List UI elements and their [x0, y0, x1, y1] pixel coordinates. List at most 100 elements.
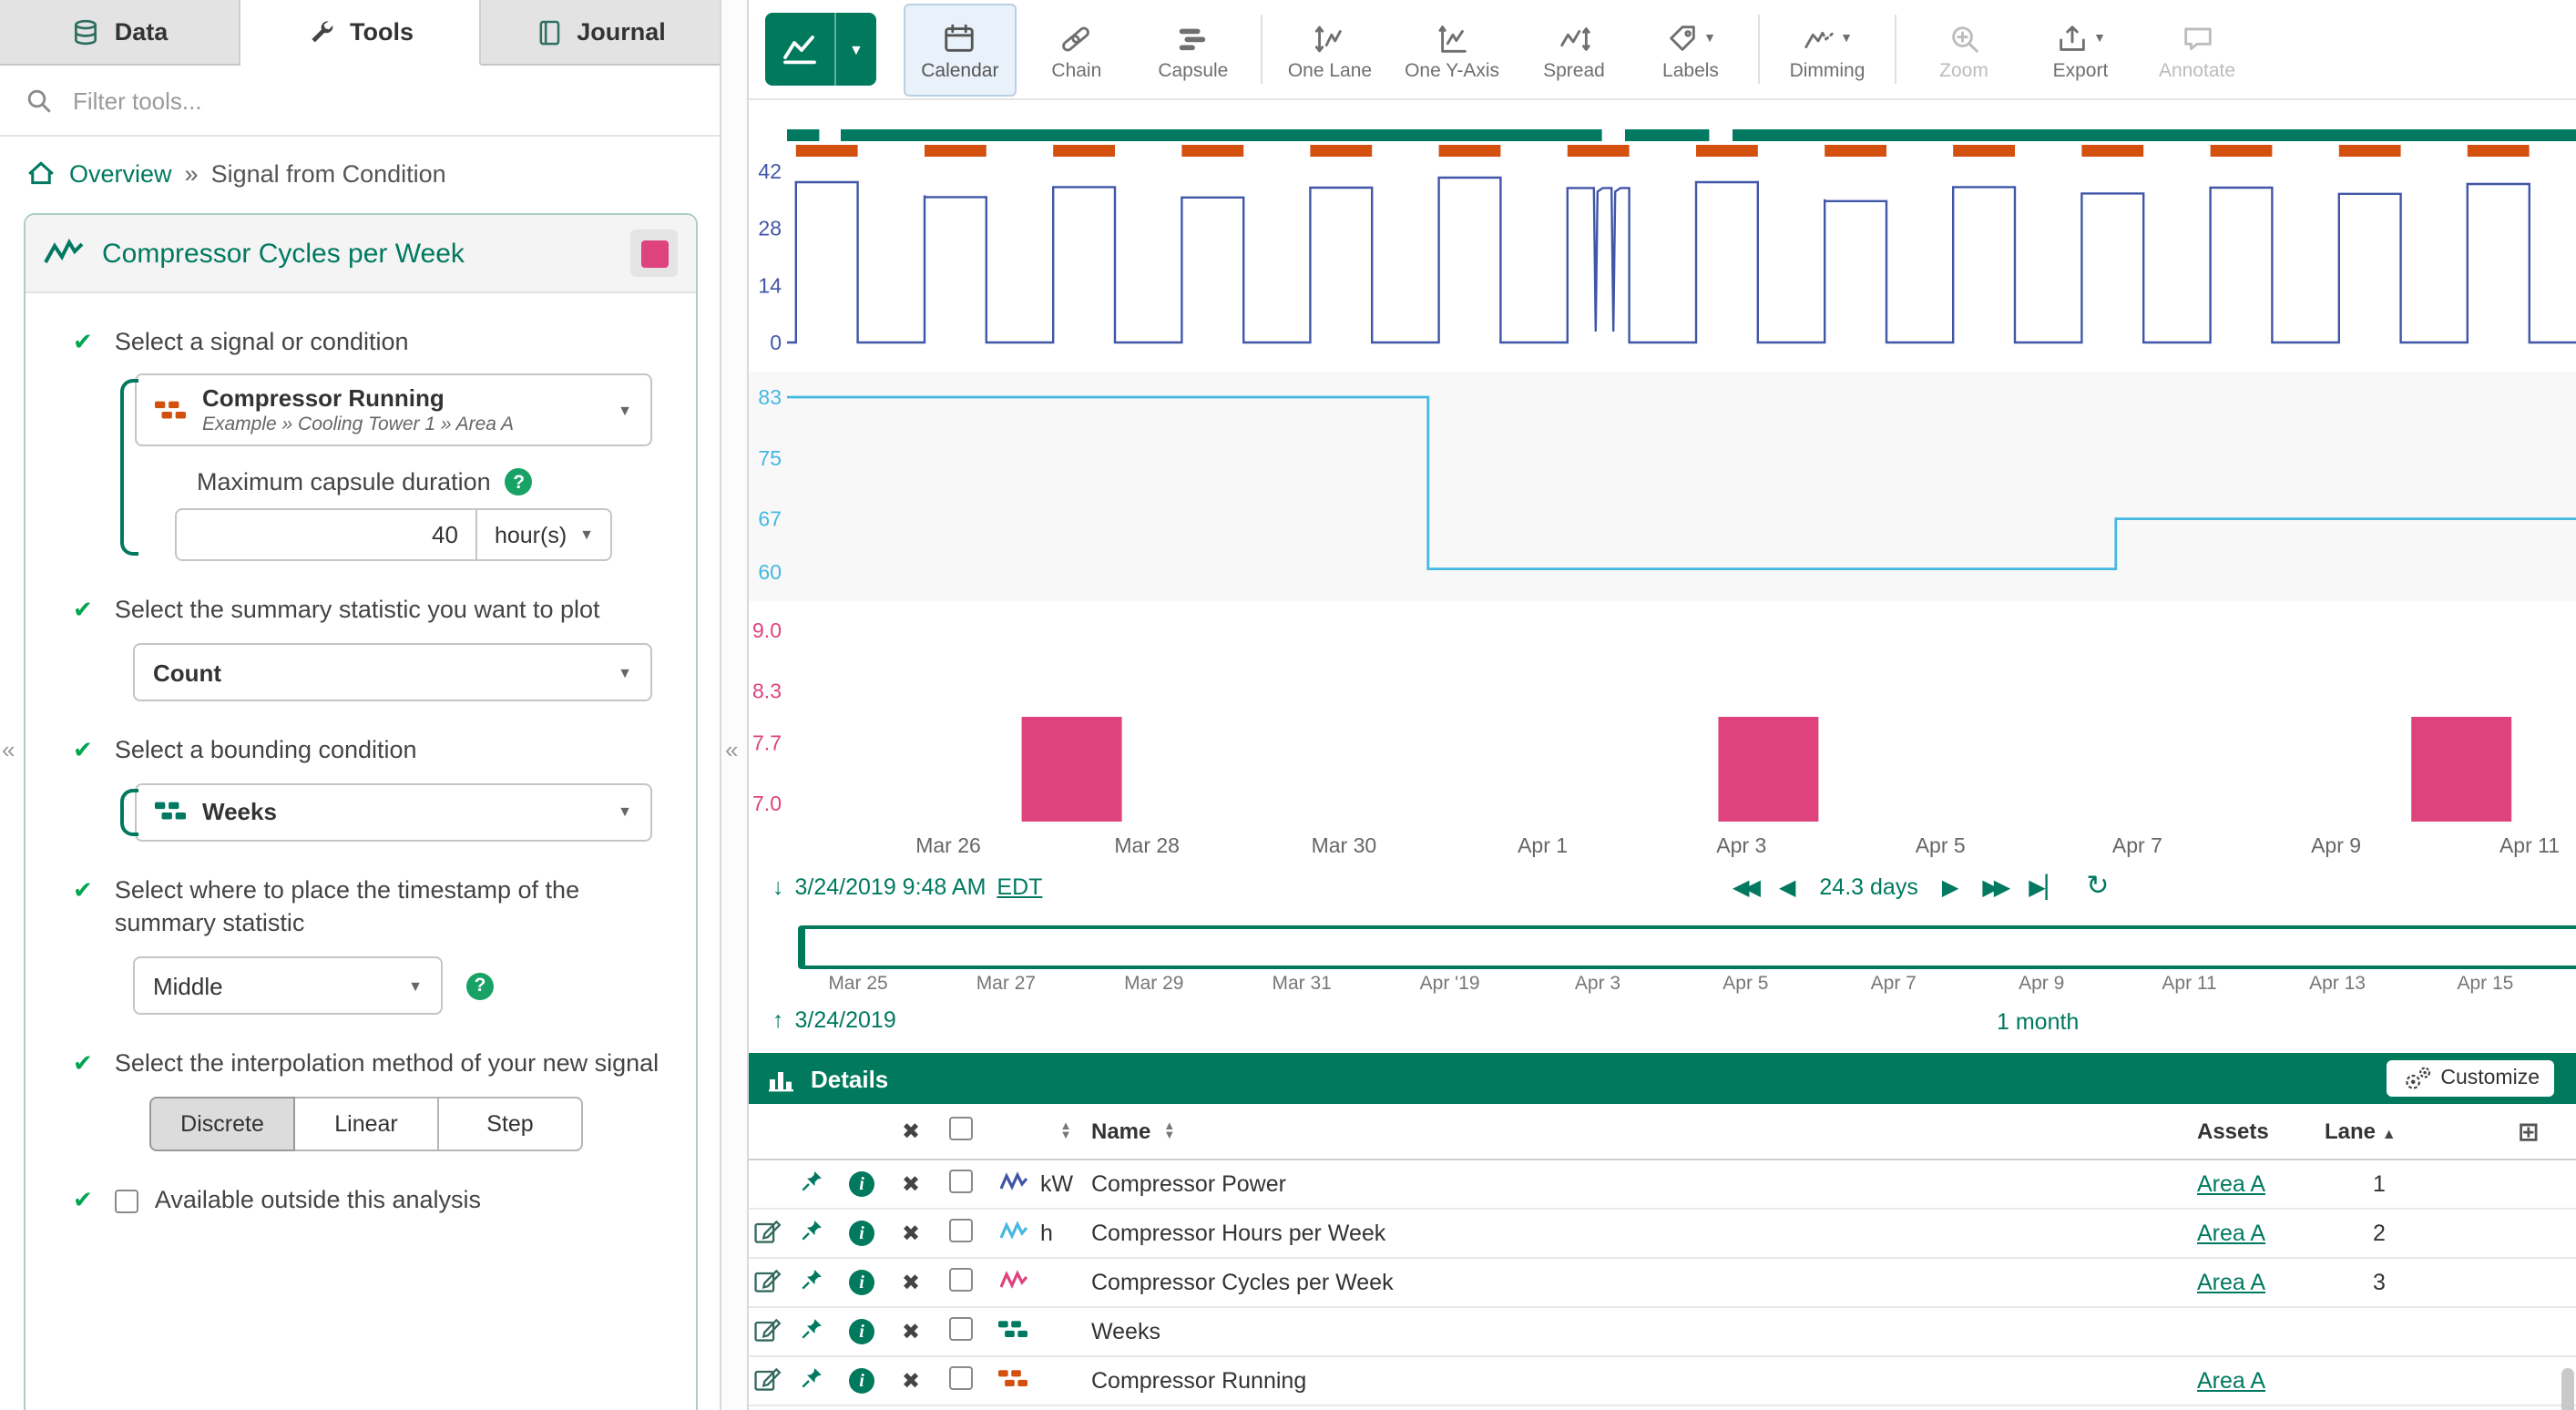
tab-tools[interactable]: Tools	[240, 0, 481, 66]
asset-link[interactable]: Area A	[2197, 1270, 2265, 1295]
select-all-checkbox[interactable]	[948, 1117, 972, 1140]
trend-view-button[interactable]: ▼	[765, 13, 876, 86]
step-to-end-icon[interactable]: ▶▏	[2029, 874, 2062, 900]
remove-icon[interactable]: ✖	[902, 1270, 920, 1295]
lane-column-header[interactable]: Lane ▲	[2325, 1119, 2434, 1144]
one-y-axis-button[interactable]: One Y-Axis	[1390, 3, 1514, 96]
details-title: Details	[767, 1064, 888, 1093]
add-column-icon[interactable]: ⊞	[2434, 1116, 2576, 1147]
refresh-icon[interactable]: ↻	[2086, 876, 2109, 898]
assets-column-header[interactable]: Assets	[2197, 1119, 2325, 1144]
item-name: Weeks	[1091, 1319, 2197, 1344]
annotate-button: Annotate	[2141, 3, 2254, 96]
interp-option-step[interactable]: Step	[439, 1098, 583, 1152]
statistic-select[interactable]: Count ▼	[133, 644, 652, 702]
details-row[interactable]: i ✖ Weeks	[749, 1308, 2576, 1357]
help-icon[interactable]: ?	[466, 972, 494, 999]
row-checkbox[interactable]	[948, 1219, 972, 1242]
check-icon: ✔	[73, 1047, 93, 1080]
info-icon[interactable]: i	[849, 1319, 874, 1344]
chain-button[interactable]: Chain	[1020, 3, 1133, 96]
step-back-full-icon[interactable]: ◀◀	[1733, 874, 1755, 900]
trend-chart[interactable]: 4228140837567609.08.37.77.0Mar 26Mar 28M…	[749, 98, 2576, 863]
row-checkbox[interactable]	[948, 1317, 972, 1341]
collapse-panel-icon[interactable]: «	[725, 736, 738, 763]
panel-resizer[interactable]: «	[720, 0, 749, 1410]
asset-link[interactable]: Area A	[2197, 1171, 2265, 1197]
remove-all-icon[interactable]: ✖	[902, 1119, 920, 1144]
info-icon[interactable]: i	[849, 1171, 874, 1197]
max-capsule-duration-input[interactable]	[175, 508, 478, 561]
remove-icon[interactable]: ✖	[902, 1319, 920, 1344]
customize-button[interactable]: Customize	[2386, 1060, 2554, 1097]
info-icon[interactable]: i	[849, 1221, 874, 1246]
gears-icon	[2400, 1064, 2431, 1093]
color-picker-button[interactable]	[630, 230, 678, 277]
remove-icon[interactable]: ✖	[902, 1171, 920, 1197]
pin-icon[interactable]	[797, 1266, 824, 1293]
interp-option-linear[interactable]: Linear	[295, 1098, 439, 1152]
edit-icon[interactable]	[752, 1265, 782, 1294]
row-checkbox[interactable]	[948, 1268, 972, 1292]
timezone-link[interactable]: EDT	[997, 874, 1042, 900]
calendar-button[interactable]: Calendar	[904, 3, 1017, 96]
info-icon[interactable]: i	[849, 1368, 874, 1394]
pin-icon[interactable]	[797, 1168, 824, 1195]
filter-tools-input[interactable]	[69, 86, 694, 117]
breadcrumb-overview-link[interactable]: Overview	[69, 159, 172, 187]
row-checkbox[interactable]	[948, 1170, 972, 1193]
display-range-duration[interactable]: 24.3 days	[1819, 874, 1917, 900]
step-back-icon[interactable]: ◀	[1779, 874, 1795, 900]
export-button[interactable]: ▼Export	[2024, 3, 2137, 96]
investigate-range-duration[interactable]: 1 month	[1997, 1009, 2079, 1035]
dimming-button[interactable]: ▼Dimming	[1771, 3, 1884, 96]
interp-option-discrete[interactable]: Discrete	[149, 1098, 295, 1152]
sort-type-icon[interactable]: ▲▼	[1060, 1121, 1072, 1141]
details-row[interactable]: i✖kWCompressor PowerArea A1	[749, 1160, 2576, 1210]
row-checkbox[interactable]	[948, 1366, 972, 1390]
toolbar-button-label: Annotate	[2159, 59, 2235, 81]
pin-icon[interactable]	[797, 1217, 824, 1244]
pin-icon[interactable]	[797, 1364, 824, 1392]
step-available-outside: ✔ Available outside this analysis	[26, 1152, 696, 1218]
duration-unit-select[interactable]: hour(s) ▼	[478, 508, 612, 561]
remove-icon[interactable]: ✖	[902, 1221, 920, 1246]
home-icon[interactable]	[26, 158, 56, 188]
capsule-button[interactable]: Capsule	[1137, 3, 1250, 96]
step-forward-icon[interactable]: ▶	[1942, 874, 1958, 900]
available-outside-input[interactable]	[115, 1190, 138, 1213]
remove-icon[interactable]: ✖	[902, 1368, 920, 1394]
asset-link[interactable]: Area A	[2197, 1368, 2265, 1394]
edit-icon[interactable]	[752, 1364, 782, 1393]
help-icon[interactable]: ?	[506, 468, 533, 496]
available-outside-checkbox[interactable]: Available outside this analysis	[115, 1185, 481, 1218]
asset-link[interactable]: Area A	[2197, 1221, 2265, 1246]
timestamp-select[interactable]: Middle ▼	[133, 956, 443, 1015]
info-icon[interactable]: i	[849, 1270, 874, 1295]
details-row[interactable]: i✖Compressor Cycles per WeekArea A3	[749, 1259, 2576, 1308]
collapse-sidebar-icon[interactable]: «	[2, 736, 15, 763]
pin-icon[interactable]	[797, 1315, 824, 1343]
scrollbar-thumb[interactable]	[2561, 1368, 2574, 1410]
filter-tools-search	[0, 66, 720, 137]
labels-button[interactable]: ▼Labels	[1634, 3, 1747, 96]
details-row[interactable]: i✖Compressor RunningArea A	[749, 1357, 2576, 1406]
details-row[interactable]: i✖hCompressor Hours per WeekArea A2	[749, 1210, 2576, 1259]
spread-button[interactable]: Spread	[1518, 3, 1630, 96]
timeline-range-selector[interactable]	[798, 925, 2576, 969]
tab-journal[interactable]: Journal	[481, 0, 720, 66]
investigate-range-start-text[interactable]: 3/24/2019	[795, 1007, 896, 1033]
sort-name-icon[interactable]: ▲▼	[1163, 1121, 1175, 1141]
edit-icon[interactable]	[752, 1314, 782, 1344]
edit-icon[interactable]	[752, 1216, 782, 1245]
step-forward-full-icon[interactable]: ▶▶	[1982, 874, 2005, 900]
name-column-header[interactable]: Name ▲▼	[1091, 1119, 2197, 1144]
display-range-start-text[interactable]: 3/24/2019 9:48 AM	[795, 874, 986, 900]
bounding-condition-select[interactable]: Weeks ▼	[135, 782, 652, 841]
signal-select[interactable]: Compressor Running Example » Cooling Tow…	[135, 373, 652, 446]
tab-data[interactable]: Data	[0, 0, 240, 66]
condition-icon	[998, 1318, 1027, 1340]
annotate-icon	[2180, 22, 2214, 56]
one-lane-button[interactable]: One Lane	[1273, 3, 1386, 96]
svg-text:Apr 5: Apr 5	[1916, 833, 1966, 857]
